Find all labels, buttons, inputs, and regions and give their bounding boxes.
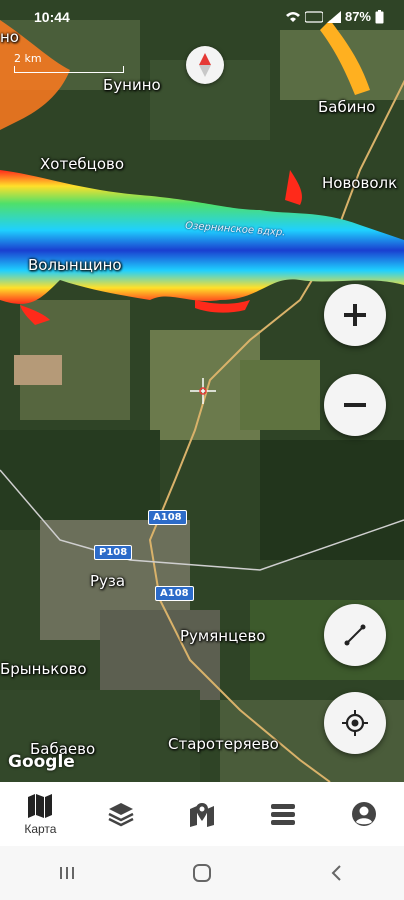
google-logo: Google — [8, 752, 75, 772]
place-label: Брыньково — [0, 660, 87, 678]
crosshair-icon — [342, 710, 368, 736]
map-view[interactable]: 2 km но Бунино Бабино Хотебцово Нововолк… — [0, 0, 404, 782]
nav-item-layers[interactable] — [81, 782, 162, 846]
compass-button[interactable] — [186, 46, 224, 84]
home-icon[interactable] — [191, 862, 213, 884]
minus-icon — [344, 403, 366, 407]
ruler-icon — [344, 624, 366, 646]
nav-item-account[interactable] — [323, 782, 404, 846]
wifi-icon — [285, 11, 300, 22]
nav-item-map[interactable]: Карта — [0, 782, 81, 846]
recent-apps-icon[interactable] — [56, 864, 78, 882]
signal-icon — [326, 10, 341, 23]
road-badge: A108 — [155, 586, 194, 601]
place-label: Хотебцово — [40, 155, 125, 173]
road-badge: P108 — [94, 545, 133, 560]
layers-icon — [108, 803, 134, 827]
map-scale: 2 km — [14, 52, 124, 73]
place-label: Руза — [90, 572, 126, 590]
status-bar: 10:44 87% — [0, 0, 404, 34]
place-label: Старотеряево — [168, 735, 279, 753]
volte-icon — [304, 10, 323, 23]
battery-level: 87% — [344, 9, 371, 24]
bottom-navigation: Карта — [0, 782, 404, 846]
zoom-out-button[interactable] — [324, 374, 386, 436]
map-pin-icon — [189, 803, 214, 827]
place-label: Румянцево — [180, 627, 266, 645]
scale-label: 2 km — [14, 52, 42, 65]
nav-item-menu[interactable] — [242, 782, 323, 846]
place-label: Нововолк — [322, 174, 398, 192]
nav-item-map-label: Карта — [24, 821, 57, 836]
place-label: Волынщино — [28, 256, 122, 274]
map-center-crosshair-icon — [190, 378, 216, 404]
status-icons: 87% — [285, 9, 384, 24]
locate-me-button[interactable] — [324, 692, 386, 754]
back-icon[interactable] — [326, 862, 348, 884]
zoom-in-button[interactable] — [324, 284, 386, 346]
battery-icon — [375, 9, 384, 23]
road-badge: A108 — [148, 510, 187, 525]
nav-item-markers[interactable] — [162, 782, 243, 846]
status-time: 10:44 — [34, 9, 70, 25]
measure-distance-button[interactable] — [324, 604, 386, 666]
compass-icon — [199, 53, 211, 77]
scale-bar — [14, 66, 124, 73]
map-icon — [28, 793, 53, 818]
place-label: Бунино — [103, 76, 161, 94]
menu-icon — [270, 804, 295, 825]
account-icon — [351, 802, 376, 826]
plus-icon — [344, 304, 366, 326]
place-label: Бабино — [318, 98, 376, 116]
system-navigation-bar — [0, 846, 404, 900]
